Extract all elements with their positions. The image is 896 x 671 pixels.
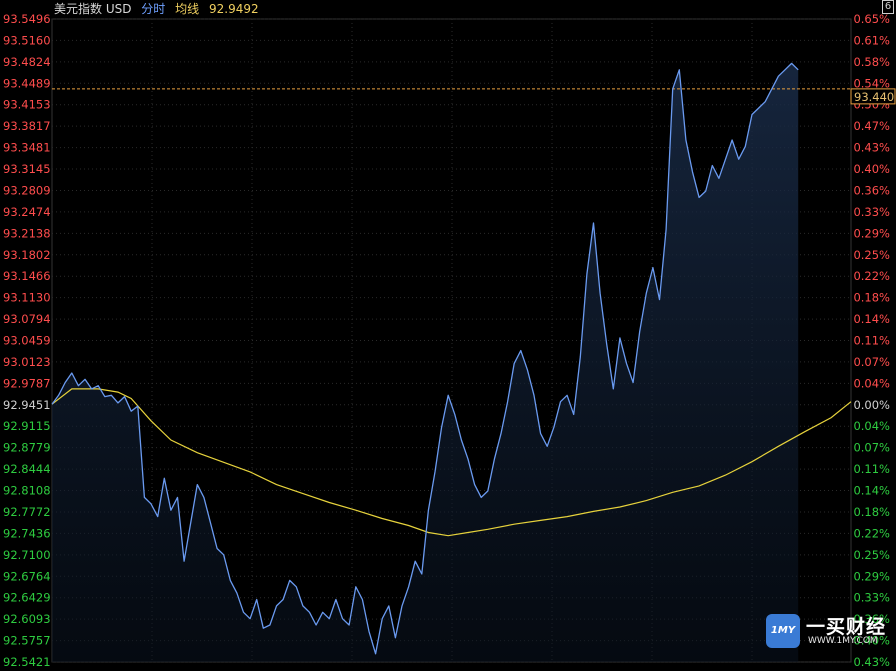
left-tick-label: 92.7436	[3, 526, 51, 540]
right-tick-label: 0.25%	[853, 248, 890, 262]
intraday-chart[interactable]: 93.5496 93.5160 93.4824 93.4489 93.4153 93.38…	[0, 0, 896, 671]
watermark: 1MY 一买财经 WWW.1MY.COM	[766, 614, 890, 650]
left-tick-label: 93.5160	[3, 33, 51, 47]
right-tick-label: 0.04%	[853, 419, 890, 433]
chart-header: 美元指数 USD 分时 均线 92.9492	[54, 1, 265, 17]
right-tick-label: 0.14%	[853, 484, 890, 498]
left-tick-label: 92.7772	[3, 505, 51, 519]
right-tick-label: 0.18%	[853, 291, 890, 305]
left-tick-label: 92.8444	[3, 462, 51, 476]
left-tick-label: 93.1802	[3, 248, 51, 262]
watermark-logo-icon: 1MY	[766, 614, 800, 648]
right-tick-label: 0.40%	[853, 162, 890, 176]
left-tick-label: 93.2474	[3, 205, 51, 219]
average-line-value: 92.9492	[208, 2, 259, 16]
left-tick-label: 92.5421	[3, 655, 51, 669]
right-tick-label: 0.33%	[853, 205, 890, 219]
left-tick-label: 92.9787	[3, 376, 51, 390]
right-tick-label: 0.65%	[853, 12, 890, 26]
right-tick-label: 0.25%	[853, 548, 890, 562]
right-tick-label: 0.07%	[853, 355, 890, 369]
left-tick-label: 92.5757	[3, 634, 51, 648]
left-tick-label: 92.6429	[3, 591, 51, 605]
right-tick-label: 0.18%	[853, 505, 890, 519]
left-tick-label: 93.5496	[3, 12, 51, 26]
right-tick-label: 0.29%	[853, 569, 890, 583]
right-tick-label: 0.61%	[853, 33, 890, 47]
right-tick-label: 0.04%	[853, 376, 890, 390]
left-tick-label: 93.2138	[3, 226, 51, 240]
left-tick-label: 93.0459	[3, 334, 51, 348]
right-tick-label: 0.07%	[853, 441, 890, 455]
average-line-label: 均线	[175, 2, 200, 16]
right-tick-label: 0.29%	[853, 226, 890, 240]
right-tick-label: 0.58%	[853, 55, 890, 69]
left-tick-label: 93.4153	[3, 98, 51, 112]
left-tick-label: 93.3817	[3, 119, 51, 133]
watermark-name: 一买财经	[806, 616, 887, 638]
left-tick-label: 93.1466	[3, 269, 51, 283]
right-tick-label: 0.47%	[853, 119, 890, 133]
right-tick-label: 0.11%	[853, 462, 890, 476]
left-tick-label: 92.7100	[3, 548, 51, 562]
right-tick-label: 0.22%	[853, 526, 890, 540]
corner-button[interactable]: 6	[882, 0, 894, 14]
right-tick-label: 0.11%	[853, 334, 890, 348]
left-tick-label: 92.6093	[3, 612, 51, 626]
price-area-fill	[52, 63, 799, 662]
right-tick-label: 0.14%	[853, 312, 890, 326]
watermark-url: WWW.1MY.COM	[808, 636, 878, 646]
left-tick-label: 92.8108	[3, 484, 51, 498]
left-tick-label: 93.4489	[3, 76, 51, 90]
right-tick-label: 0.36%	[853, 183, 890, 197]
right-tick-label: 0.43%	[853, 141, 890, 155]
right-percent-axis: 0.65%0.61%0.58%0.54%0.50%0.47%0.43%0.40%…	[853, 12, 890, 669]
left-tick-label: 93.0794	[3, 312, 51, 326]
right-tick-label: 0.00%	[853, 398, 890, 412]
left-tick-label: 92.9451	[3, 398, 51, 412]
right-tick-label: 0.33%	[853, 591, 890, 605]
instrument-name: 美元指数 USD	[54, 2, 132, 16]
left-tick-label: 93.0123	[3, 355, 51, 369]
last-price-tag: 93.440	[854, 90, 894, 104]
mode-label[interactable]: 分时	[141, 2, 165, 16]
left-tick-label: 92.9115	[3, 419, 51, 433]
left-tick-label: 92.6764	[3, 569, 51, 583]
right-tick-label: 0.22%	[853, 269, 890, 283]
left-tick-label: 93.3481	[3, 141, 51, 155]
left-tick-label: 93.2809	[3, 183, 51, 197]
left-tick-label: 93.1130	[3, 291, 51, 305]
left-tick-label: 92.8779	[3, 441, 51, 455]
right-tick-label: 0.43%	[853, 655, 890, 669]
left-price-axis: 93.5496 93.5160 93.4824 93.4489 93.4153 93.38…	[3, 12, 51, 669]
right-tick-label: 0.54%	[853, 76, 890, 90]
last-price-tag-group: 93.440	[850, 88, 896, 105]
left-tick-label: 93.4824	[3, 55, 51, 69]
price-area	[52, 63, 799, 662]
left-tick-label: 93.3145	[3, 162, 51, 176]
